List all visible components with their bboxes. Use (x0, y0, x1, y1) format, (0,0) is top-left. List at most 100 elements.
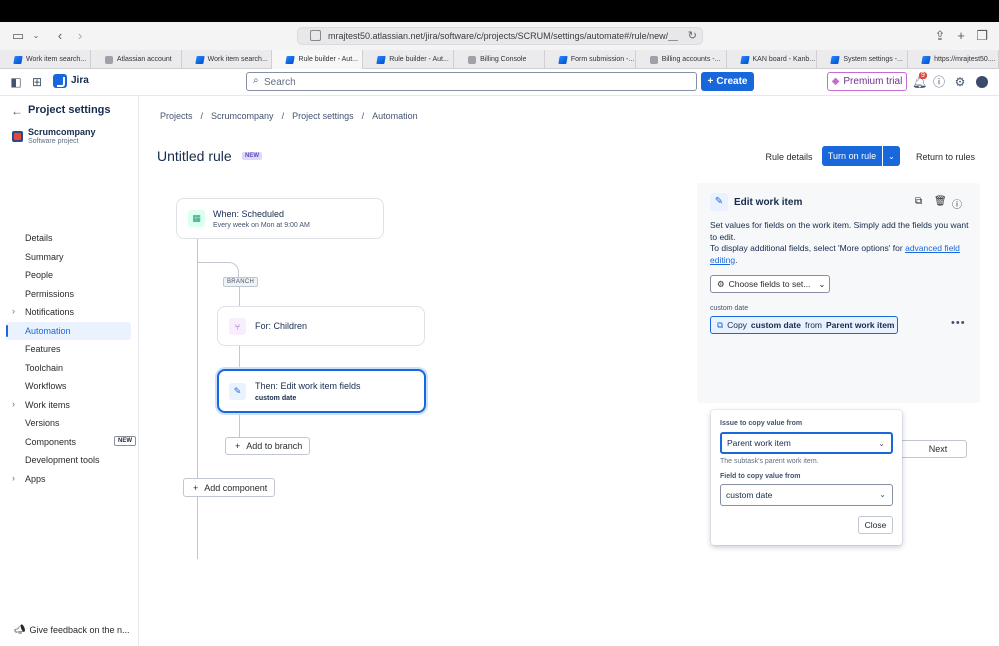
copy-field: custom date (750, 320, 801, 330)
address-url: mrajtest50.atlassian.net/jira/software/c… (328, 31, 678, 41)
chevron-down-icon: ⌄ (888, 151, 895, 161)
next-button[interactable]: Next (895, 440, 967, 458)
help-icon[interactable]: ⓘ (952, 196, 962, 211)
return-to-rules-button[interactable]: Return to rules (912, 147, 979, 166)
sidebar-item-label: Automation (25, 325, 71, 336)
browser-tab[interactable]: Work item search... (182, 50, 273, 69)
close-button[interactable]: Close (858, 516, 893, 534)
sidebar-toggle-icon[interactable]: ▭ (10, 28, 26, 44)
branch-card[interactable]: ⑂ For: Children (217, 306, 425, 346)
gear-icon: ⚙ (717, 278, 725, 289)
sidebar-item-summary[interactable]: Summary (6, 248, 131, 266)
search-placeholder: Search (264, 77, 296, 88)
sidebar-item-toolchain[interactable]: Toolchain (6, 359, 131, 377)
sidebar-item-permissions[interactable]: Permissions (6, 285, 131, 303)
sidebar-item-workflows[interactable]: Workflows (6, 377, 131, 395)
sidebar-item-features[interactable]: Features (6, 340, 131, 358)
duplicate-icon[interactable]: ⧉ (915, 196, 922, 207)
copy-source: Parent work item (826, 320, 895, 330)
search-input[interactable]: ⌕ Search (246, 72, 697, 91)
breadcrumb-automation[interactable]: Automation (372, 111, 418, 121)
copy-from-popover: Issue to copy value from Parent work ite… (711, 410, 902, 545)
sidebar-item-notifications[interactable]: › Notifications (6, 303, 131, 321)
project-name[interactable]: Scrumcompany (28, 127, 96, 137)
sidebar-item-label: Development tools (25, 455, 100, 465)
forward-arrow-icon[interactable]: › (72, 28, 88, 44)
breadcrumb-project[interactable]: Scrumcompany (211, 111, 274, 121)
breadcrumb-project-settings[interactable]: Project settings (292, 111, 354, 121)
sidebar-item-apps[interactable]: › Apps (6, 470, 131, 488)
new-badge: NEW (114, 435, 136, 446)
notification-count-badge: 9 (919, 72, 927, 79)
sidebar-item-people[interactable]: People (6, 266, 131, 284)
breadcrumb-projects[interactable]: Projects (160, 111, 193, 121)
sidebar-item-components[interactable]: Components NEW (6, 433, 136, 451)
browser-tab[interactable]: Billing accounts -... (636, 50, 727, 69)
app-name[interactable]: Jira (71, 75, 89, 86)
jira-favicon-icon (739, 55, 750, 64)
browser-tab[interactable]: Rule builder - Aut... (272, 50, 364, 69)
chevron-down-icon[interactable]: ⌄ (28, 28, 44, 44)
rule-details-button[interactable]: Rule details (761, 147, 817, 166)
browser-tab[interactable]: Billing Console (454, 50, 545, 69)
reload-icon[interactable]: ↻ (688, 29, 697, 42)
give-feedback-link[interactable]: 📣︎ Give feedback on the n... (14, 624, 130, 635)
browser-tab-label: https://mrajtest50.... (934, 56, 996, 63)
help-icon[interactable]: ⓘ (932, 75, 946, 89)
browser-tab[interactable]: KAN board - Kanb... (727, 50, 818, 69)
issue-to-copy-select[interactable]: Parent work item ⌄ (720, 432, 893, 454)
turn-on-dropdown-button[interactable]: ⌄ (883, 146, 900, 166)
tab-overview-icon[interactable]: ❐ (974, 28, 990, 44)
trigger-card[interactable]: ▦ When: Scheduled Every week on Mon at 9… (176, 198, 384, 239)
premium-trial-button[interactable]: ◆ Premium trial (827, 72, 907, 91)
add-component-label: Add component (204, 482, 268, 493)
premium-label: Premium trial (843, 76, 903, 87)
back-arrow-icon[interactable]: ‹ (52, 28, 68, 44)
field-label: custom date (710, 305, 749, 312)
rule-title[interactable]: Untitled rule (157, 148, 232, 164)
sidebar-item-versions[interactable]: Versions (6, 414, 131, 432)
add-to-branch-button[interactable]: + Add to branch (225, 437, 310, 455)
create-button[interactable]: + Create (701, 72, 754, 91)
sidebar-item-automation[interactable]: Automation (6, 321, 131, 340)
sidebar-item-work-items[interactable]: › Work items (6, 396, 131, 414)
sidebar-collapse-icon[interactable]: ◧ (9, 75, 23, 89)
browser-tab[interactable]: Work item search... (0, 50, 91, 69)
jira-favicon-icon (194, 55, 205, 64)
settings-gear-icon[interactable]: ⚙ (953, 75, 967, 89)
add-component-button[interactable]: + Add component (183, 478, 275, 497)
project-type: Software project (28, 138, 79, 145)
more-options-icon[interactable]: ••• (951, 317, 966, 329)
sidebar-item-label: Summary (25, 251, 64, 262)
sidebar-item-label: Workflows (25, 381, 67, 391)
jira-logo-icon[interactable] (53, 74, 67, 88)
action-card[interactable]: ✎ Then: Edit work item fields custom dat… (217, 369, 426, 413)
sidebar-item-development-tools[interactable]: Development tools (6, 451, 131, 469)
browser-tab[interactable]: https://mrajtest50.... (908, 50, 999, 69)
chevron-down-icon: ⌄ (879, 490, 886, 499)
plus-icon: + (193, 482, 199, 493)
branch-label: BRANCH (223, 277, 259, 287)
sidebar-item-label: Versions (25, 418, 60, 428)
new-tab-icon[interactable]: + (953, 28, 969, 44)
megaphone-icon: 📣︎ (14, 624, 26, 634)
address-bar[interactable]: mrajtest50.atlassian.net/jira/software/c… (297, 27, 703, 45)
browser-tab[interactable]: System settings -... (817, 50, 909, 69)
back-arrow-icon[interactable]: ← (11, 104, 23, 118)
browser-tab-label: Billing accounts -... (661, 56, 721, 63)
choose-fields-dropdown[interactable]: ⚙ Choose fields to set... ⌄ (710, 275, 830, 293)
avatar[interactable] (976, 76, 988, 88)
browser-tab[interactable]: Form submission -... (545, 50, 636, 69)
browser-tab[interactable]: Rule builder - Aut... (363, 50, 455, 69)
browser-tab[interactable]: Atlassian account (91, 50, 182, 69)
browser-tab-label: Atlassian account (116, 56, 172, 63)
share-icon[interactable]: ⇪ (932, 28, 948, 44)
sidebar-item-details[interactable]: Details (6, 229, 131, 247)
field-select-value: custom date (726, 490, 773, 500)
chevron-right-icon: › (12, 398, 15, 409)
trash-icon[interactable]: 🗑︎ (934, 196, 947, 207)
turn-on-rule-button[interactable]: Turn on rule (822, 146, 882, 166)
field-to-copy-select[interactable]: custom date ⌄ (720, 484, 893, 506)
copy-value-chip[interactable]: ⧉ Copy custom date from Parent work item (710, 316, 898, 334)
app-switcher-icon[interactable]: ⊞ (30, 75, 44, 89)
